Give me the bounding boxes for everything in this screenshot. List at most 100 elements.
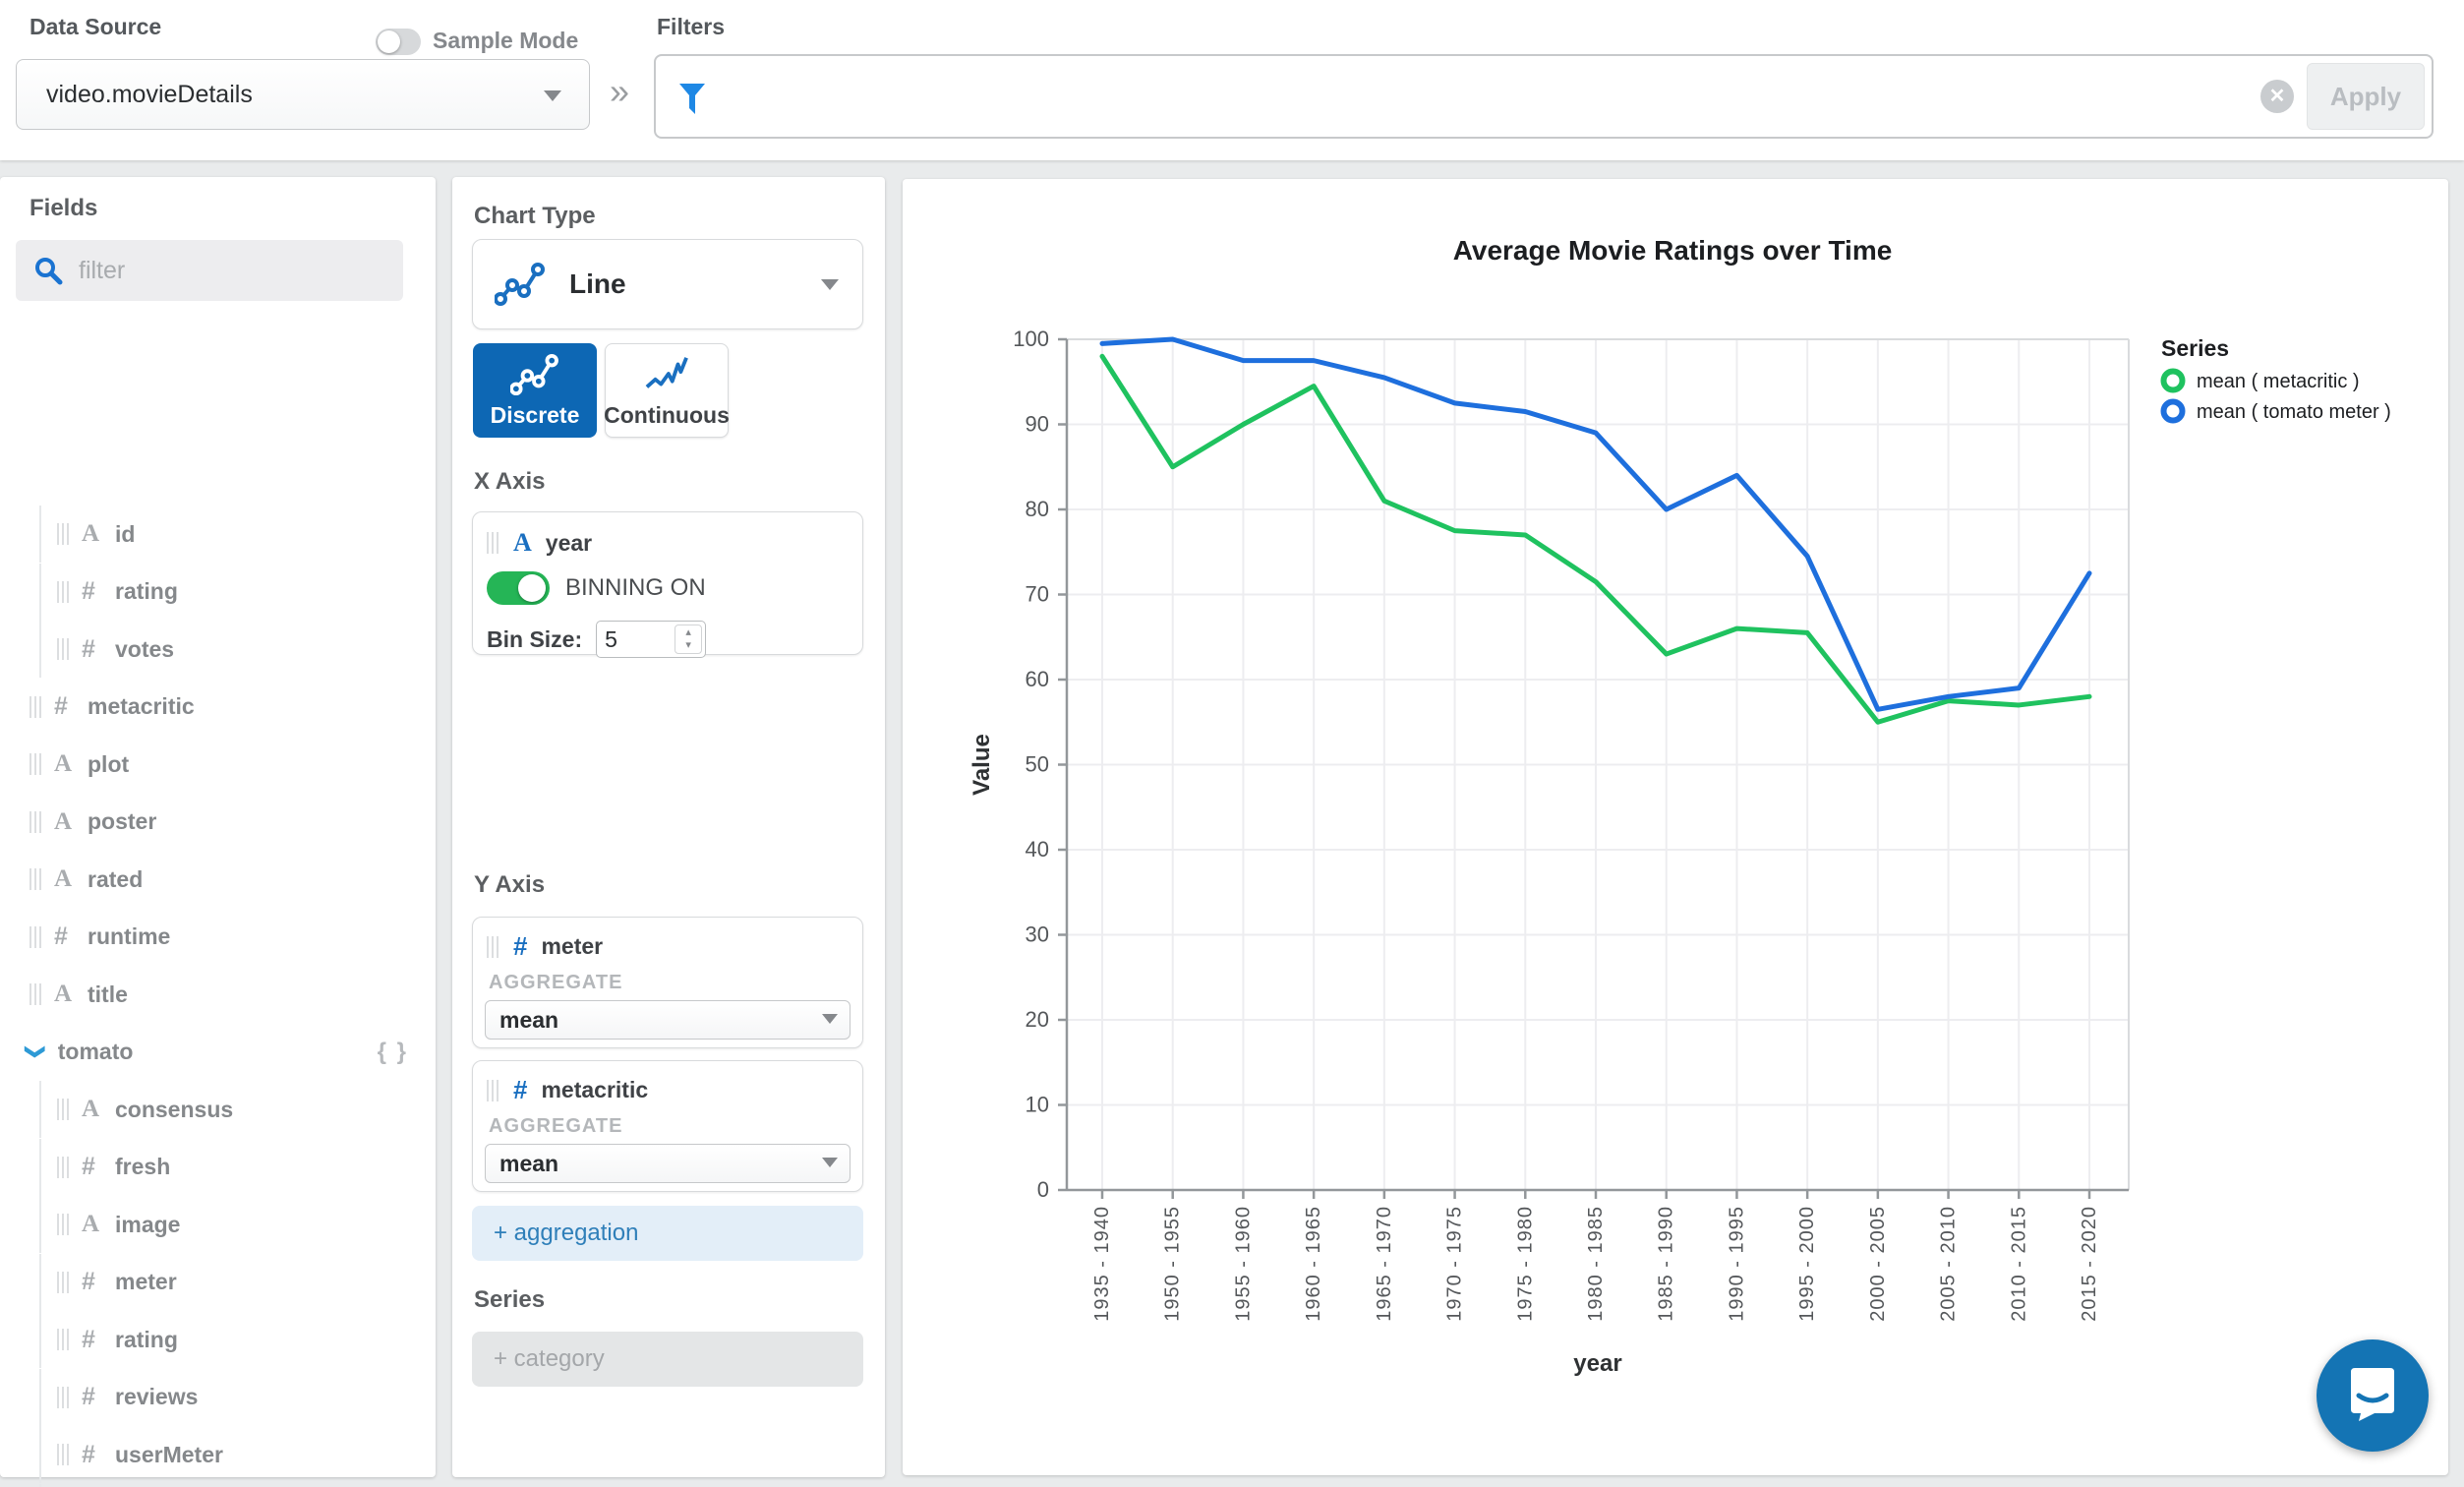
field-name: metacritic <box>88 693 195 720</box>
y-axis-field[interactable]: # meter <box>487 931 862 962</box>
chart-builder-panel: Chart Type Line Discrete <box>452 177 885 1477</box>
x-axis-field[interactable]: A year <box>487 528 862 558</box>
discrete-button[interactable]: Discrete <box>473 343 597 438</box>
field-row-votes[interactable]: #votes <box>0 621 436 678</box>
line-chart-icon <box>495 262 546 307</box>
drag-handle-icon[interactable] <box>29 926 42 948</box>
field-row-image[interactable]: Aimage <box>0 1196 436 1253</box>
field-row-fresh[interactable]: #fresh <box>0 1139 436 1196</box>
drag-handle-icon[interactable] <box>57 1329 70 1350</box>
field-name: tomato <box>58 1039 134 1065</box>
line-chart: Average Movie Ratings over Time010203040… <box>903 179 2448 1475</box>
number-field-icon: # <box>513 1075 527 1105</box>
data-source-select[interactable]: video.movieDetails <box>16 59 590 130</box>
drag-handle-icon[interactable] <box>29 811 42 833</box>
drag-handle-icon[interactable] <box>57 1387 70 1408</box>
string-field-icon: A <box>82 1096 115 1123</box>
add-aggregation-button[interactable]: + aggregation <box>472 1206 863 1261</box>
drag-handle-icon[interactable] <box>487 532 499 554</box>
number-field-icon: # <box>82 1326 115 1354</box>
field-search-input[interactable] <box>77 256 376 286</box>
field-row-rating[interactable]: #rating <box>0 564 436 621</box>
field-name: fresh <box>115 1154 170 1180</box>
drag-handle-icon[interactable] <box>57 1157 70 1178</box>
drag-handle-icon[interactable] <box>57 1099 70 1120</box>
field-row-meter[interactable]: #meter <box>0 1254 436 1311</box>
aggregate-select[interactable]: mean <box>485 1000 851 1040</box>
drag-handle-icon[interactable] <box>487 936 499 958</box>
string-field-icon: A <box>54 865 88 893</box>
field-row-runtime[interactable]: #runtime <box>0 909 436 966</box>
x-tick-label: 1995 - 2000 <box>1796 1206 1818 1322</box>
x-tick-label: 1990 - 1995 <box>1726 1206 1747 1322</box>
field-row-poster[interactable]: Aposter <box>0 794 436 851</box>
chart-type-select[interactable]: Line <box>472 239 863 329</box>
data-source-value: video.movieDetails <box>46 81 253 109</box>
drag-handle-icon[interactable] <box>29 753 42 775</box>
field-row-reviews[interactable]: #reviews <box>0 1369 436 1426</box>
x-tick-label: 2000 - 2005 <box>1867 1206 1889 1322</box>
number-field-icon: # <box>82 635 115 664</box>
clear-filter-icon[interactable]: ✕ <box>2260 80 2294 113</box>
y-tick-label: 20 <box>1026 1007 1049 1032</box>
chevron-down-icon <box>544 90 561 101</box>
collapse-panel-icon[interactable]: » <box>610 71 629 112</box>
legend-label[interactable]: mean ( tomato meter ) <box>2197 401 2391 423</box>
number-field-icon: # <box>82 1268 115 1296</box>
chevron-down-icon[interactable]: ❯ <box>24 1043 48 1060</box>
chat-bubble-icon <box>2345 1366 2400 1425</box>
filter-expression-input[interactable]: ✕ Apply <box>654 54 2434 139</box>
field-row-userMeter[interactable]: #userMeter <box>0 1426 436 1483</box>
y-tick-label: 80 <box>1026 497 1049 521</box>
field-row-consensus[interactable]: Aconsensus <box>0 1081 436 1138</box>
drag-handle-icon[interactable] <box>487 1080 499 1101</box>
aggregate-label: AGGREGATE <box>489 972 862 994</box>
drag-handle-icon[interactable] <box>57 1272 70 1293</box>
x-tick-label: 1975 - 1980 <box>1514 1206 1536 1322</box>
y-axis-field[interactable]: # metacritic <box>487 1075 862 1105</box>
field-name: reviews <box>115 1384 198 1410</box>
y-axis-label: Y Axis <box>474 871 545 899</box>
field-name: rating <box>115 1327 178 1353</box>
x-tick-label: 1965 - 1970 <box>1374 1206 1395 1322</box>
drag-handle-icon[interactable] <box>57 638 70 660</box>
drag-handle-icon[interactable] <box>29 868 42 890</box>
aggregate-select[interactable]: mean <box>485 1144 851 1183</box>
bin-size-input[interactable]: 5 ▴▾ <box>596 621 706 658</box>
continuous-button[interactable]: Continuous <box>605 343 729 438</box>
sample-mode-toggle[interactable] <box>376 29 421 55</box>
y-tick-label: 70 <box>1026 582 1049 607</box>
drag-handle-icon[interactable] <box>57 1444 70 1465</box>
drag-handle-icon[interactable] <box>57 1214 70 1235</box>
binning-toggle[interactable] <box>487 571 550 605</box>
legend-swatch-icon[interactable] <box>2164 372 2183 390</box>
legend-label[interactable]: mean ( metacritic ) <box>2197 371 2360 392</box>
field-row-userRating[interactable]: #userRating <box>0 1484 436 1487</box>
drag-handle-icon[interactable] <box>29 696 42 718</box>
drag-handle-icon[interactable] <box>57 581 70 603</box>
filter-funnel-icon <box>677 82 707 117</box>
drag-handle-icon[interactable] <box>29 983 42 1005</box>
field-name: rated <box>88 866 143 893</box>
field-row-title[interactable]: Atitle <box>0 966 436 1023</box>
object-braces-icon[interactable]: { } <box>378 1039 408 1066</box>
field-row-rated[interactable]: Arated <box>0 851 436 908</box>
add-category-label: + category <box>494 1345 605 1373</box>
apply-button[interactable]: Apply <box>2307 63 2425 130</box>
field-name: meter <box>115 1269 177 1295</box>
field-search-box <box>16 240 403 301</box>
field-row-tomato[interactable]: ❯ tomato { } <box>0 1024 436 1081</box>
bin-size-label: Bin Size: <box>487 626 582 653</box>
stepper-icon[interactable]: ▴▾ <box>675 625 702 654</box>
x-axis-card: A year BINNING ON Bin Size: 5 ▴▾ <box>472 511 863 655</box>
aggregate-value: mean <box>499 1007 558 1034</box>
field-row-metacritic[interactable]: #metacritic <box>0 679 436 736</box>
add-category-button[interactable]: + category <box>472 1332 863 1387</box>
field-row-rating[interactable]: #rating <box>0 1311 436 1368</box>
number-field-icon: # <box>54 922 88 951</box>
legend-swatch-icon[interactable] <box>2164 402 2183 421</box>
drag-handle-icon[interactable] <box>57 523 70 545</box>
field-row-id[interactable]: Aid <box>0 506 436 563</box>
help-chat-button[interactable] <box>2317 1339 2429 1452</box>
field-row-plot[interactable]: Aplot <box>0 736 436 793</box>
